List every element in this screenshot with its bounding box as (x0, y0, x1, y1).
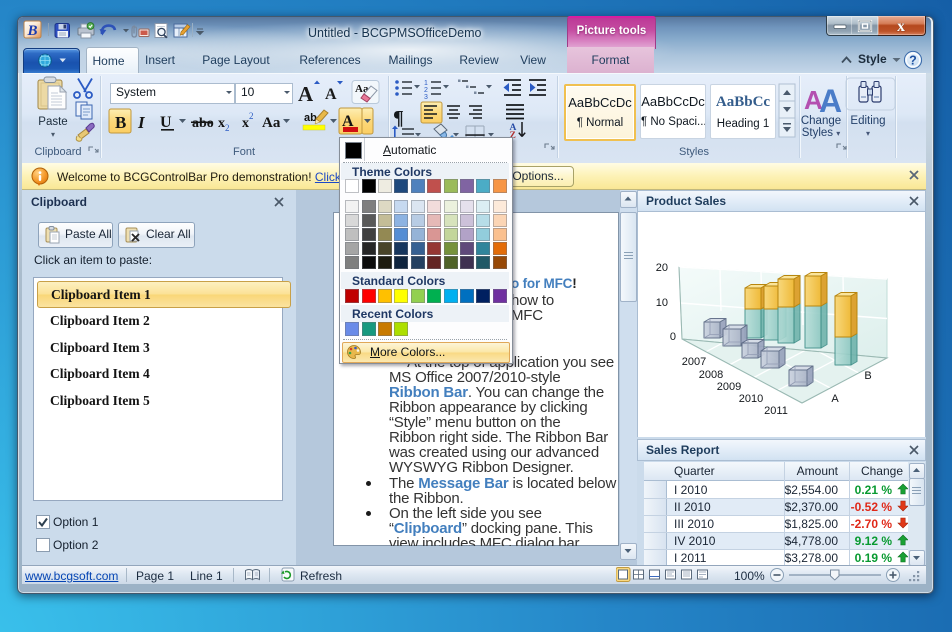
svg-text:A: A (298, 82, 314, 106)
svg-text:2: 2 (225, 123, 230, 133)
svg-text:3: 3 (424, 94, 428, 101)
svg-text:20: 20 (656, 262, 668, 274)
svg-text:2011: 2011 (764, 405, 788, 417)
svg-text:I: I (137, 113, 146, 132)
svg-text:B: B (115, 113, 126, 132)
svg-text:Aa: Aa (262, 115, 281, 131)
svg-text:¶: ¶ (393, 107, 404, 129)
svg-text:1: 1 (424, 80, 428, 87)
svg-text:2: 2 (249, 111, 254, 121)
svg-text:10: 10 (656, 297, 668, 309)
svg-text:2007: 2007 (682, 356, 706, 368)
svg-text:U: U (160, 114, 172, 131)
svg-text:x: x (218, 116, 225, 131)
svg-text:2008: 2008 (699, 369, 723, 381)
svg-text:A: A (325, 86, 337, 103)
svg-text:2009: 2009 (717, 381, 741, 393)
svg-text:A: A (831, 393, 839, 405)
svg-text:2: 2 (424, 87, 428, 94)
svg-text:A: A (819, 83, 842, 119)
svg-text:0: 0 (670, 331, 676, 343)
svg-text:2010: 2010 (739, 393, 763, 405)
svg-text:x: x (242, 116, 249, 131)
svg-text:x: x (897, 18, 905, 35)
svg-text:B: B (864, 370, 871, 382)
svg-text:abө: abө (192, 116, 214, 131)
svg-text:B: B (26, 23, 37, 39)
